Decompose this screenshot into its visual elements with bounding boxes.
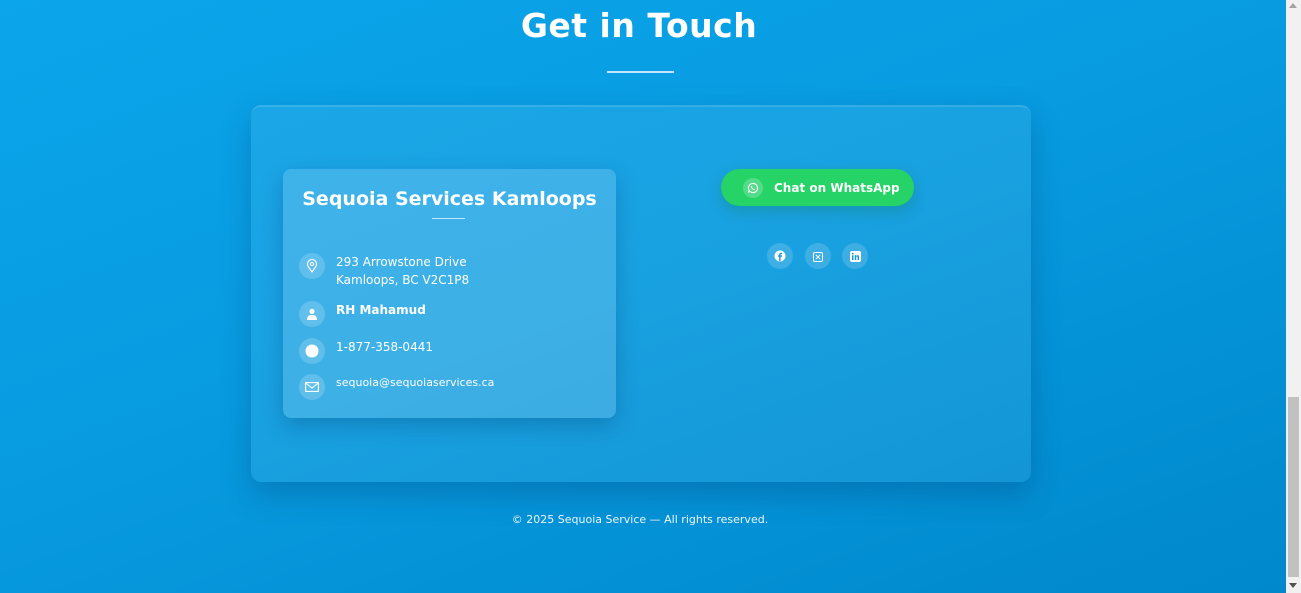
footer-copyright: © 2025 Sequoia Service — All rights rese…: [511, 513, 769, 526]
contact-person: RH Mahamud: [336, 303, 426, 317]
address-line1: 293 Arrowstone Drive: [336, 255, 467, 269]
address-row: 293 Arrowstone Drive Kamloops, BC V2C1P8: [299, 253, 469, 289]
address-text: 293 Arrowstone Drive Kamloops, BC V2C1P8: [336, 253, 469, 289]
email-address[interactable]: sequoia@sequoiaservices.ca: [336, 374, 494, 392]
x-icon: [813, 247, 823, 266]
person-row: RH Mahamud: [299, 301, 426, 327]
x-link[interactable]: [805, 243, 831, 269]
title-divider: [607, 71, 674, 73]
email-row: sequoia@sequoiaservices.ca: [299, 374, 494, 400]
envelope-icon: [299, 374, 325, 400]
facebook-icon: [774, 247, 786, 266]
scroll-down-arrow-icon[interactable]: [1289, 583, 1297, 588]
phone-number[interactable]: 1-877-358-0441: [336, 338, 433, 356]
card-title: Sequoia Services Kamloops: [302, 188, 597, 210]
scroll-up-arrow-icon[interactable]: [1289, 3, 1297, 8]
user-icon: [299, 301, 325, 327]
contact-card: Sequoia Services Kamloops 293 Arrowstone…: [283, 169, 616, 418]
whatsapp-button[interactable]: Chat on WhatsApp: [721, 169, 914, 206]
address-line2: Kamloops, BC V2C1P8: [336, 273, 470, 287]
linkedin-icon: [849, 247, 861, 266]
location-pin-icon: [299, 253, 325, 279]
linkedin-link[interactable]: [842, 243, 868, 269]
scrollbar-thumb[interactable]: [1288, 397, 1299, 577]
whatsapp-label: Chat on WhatsApp: [774, 180, 900, 195]
phone-row: 1-877-358-0441: [299, 338, 433, 364]
contact-section: Get in Touch Sequoia Services Kamloops 2…: [0, 0, 1286, 593]
facebook-link[interactable]: [767, 243, 793, 269]
whatsapp-icon: [743, 177, 763, 198]
phone-icon: [299, 338, 325, 364]
card-divider: [432, 218, 465, 219]
section-title: Get in Touch: [520, 6, 758, 45]
page-scrollbar[interactable]: [1286, 0, 1301, 593]
